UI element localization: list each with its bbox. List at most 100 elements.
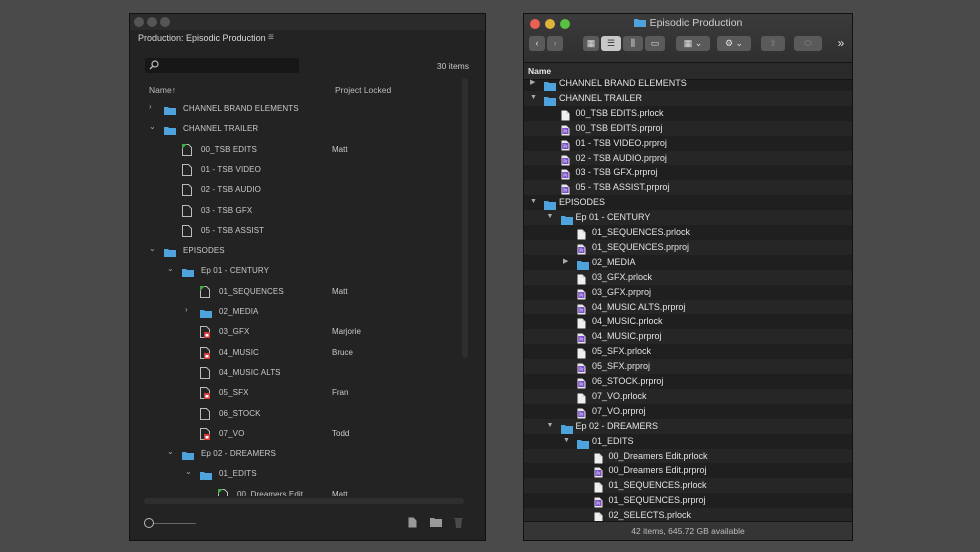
file-name: 03_GFX.prlock: [592, 271, 653, 282]
file-row[interactable]: Pr 03 - TSB GFX.prproj: [524, 165, 852, 180]
panel-minimize-dot[interactable]: [147, 17, 157, 27]
project-item-row[interactable]: 04_MUSIC Bruce: [130, 342, 460, 362]
horizontal-scrollbar[interactable]: [144, 498, 464, 504]
finder-window: Episodic Production ‹ › ▦ ☰ ⫼ ▭ ▦ ⌄ ⚙ ⌄ …: [523, 13, 853, 541]
file-row[interactable]: Pr 05_SFX.prproj: [524, 359, 852, 374]
back-button[interactable]: ‹: [529, 36, 545, 51]
status-bar: 42 items, 645.72 GB available: [524, 521, 852, 540]
project-item-row[interactable]: 03 - TSB GFX: [130, 200, 460, 220]
file-row[interactable]: Pr 03_GFX.prproj: [524, 285, 852, 300]
column-view-button[interactable]: ⫼: [623, 36, 643, 51]
file-row[interactable]: Pr 01 - TSB VIDEO.prproj: [524, 136, 852, 151]
group-by-button[interactable]: ▦ ⌄: [676, 36, 710, 51]
file-row[interactable]: Pr 05 - TSB ASSIST.prproj: [524, 180, 852, 196]
disclosure-expanded-icon[interactable]: ▼: [547, 422, 554, 429]
action-gear-button[interactable]: ⚙ ⌄: [717, 36, 751, 51]
panel-zoom-dot[interactable]: [160, 17, 170, 27]
project-item-row[interactable]: ⌄ Ep 01 - CENTURY: [130, 260, 460, 280]
disclosure-expanded-icon[interactable]: ▼: [530, 198, 537, 205]
project-item-row[interactable]: 01_SEQUENCES Matt: [130, 281, 460, 301]
project-item-row[interactable]: › 02_MEDIA: [130, 301, 460, 321]
edit-tags-button[interactable]: ⬭: [794, 36, 822, 51]
file-row[interactable]: 05_SFX.prlock: [524, 344, 852, 359]
forward-button[interactable]: ›: [547, 36, 563, 51]
disclosure-collapsed-icon[interactable]: ▶: [563, 258, 570, 265]
project-item-row[interactable]: 05_SFX Fran: [130, 382, 460, 402]
file-row[interactable]: 07_VO.prlock: [524, 388, 852, 404]
file-row[interactable]: 03_GFX.prlock: [524, 269, 852, 285]
project-item-row[interactable]: 06_STOCK: [130, 403, 460, 423]
file-row[interactable]: ▼ 01_EDITS: [524, 434, 852, 449]
file-row[interactable]: ▼ Ep 02 - DREAMERS: [524, 418, 852, 434]
file-row[interactable]: ▼ EPISODES: [524, 195, 852, 211]
zoom-slider-track[interactable]: [154, 523, 196, 524]
file-row[interactable]: ▼ CHANNEL TRAILER: [524, 90, 852, 106]
panel-title[interactable]: Production: Episodic Production: [138, 33, 266, 43]
file-row[interactable]: 00_Dreamers Edit.prlock: [524, 448, 852, 464]
project-item-row[interactable]: ⌄ 01_EDITS: [130, 463, 460, 483]
collapse-chevron-icon[interactable]: ⌄: [167, 448, 175, 456]
premiere-project-panel: Production: Episodic Production ≡ 30 ite…: [129, 13, 486, 541]
file-row[interactable]: Pr 02 - TSB AUDIO.prproj: [524, 150, 852, 166]
project-item-row[interactable]: ⌄ Ep 02 - DREAMERS: [130, 443, 460, 463]
gallery-view-button[interactable]: ▭: [645, 36, 665, 51]
collapse-chevron-icon[interactable]: ⌄: [149, 123, 157, 131]
search-input[interactable]: [145, 58, 299, 73]
share-button[interactable]: ⇧: [761, 36, 785, 51]
collapse-chevron-icon[interactable]: ⌄: [149, 245, 157, 253]
column-header-name[interactable]: Name↑: [149, 85, 176, 95]
file-row[interactable]: Pr 07_VO.prproj: [524, 404, 852, 419]
project-item-name: 06_STOCK: [219, 408, 261, 418]
disclosure-expanded-icon[interactable]: ▼: [530, 94, 537, 101]
zoom-slider-handle[interactable]: [144, 518, 154, 528]
icon-view-button[interactable]: ▦: [583, 36, 599, 51]
new-bin-icon[interactable]: [430, 517, 442, 527]
file-row[interactable]: Pr 04_MUSIC ALTS.prproj: [524, 299, 852, 315]
file-row[interactable]: Pr 01_SEQUENCES.prproj: [524, 239, 852, 255]
project-item-row[interactable]: ⌄ EPISODES: [130, 240, 460, 260]
trash-icon[interactable]: [454, 517, 463, 528]
hamburger-menu-icon[interactable]: ≡: [268, 32, 274, 43]
project-item-row[interactable]: 03_GFX Marjorie: [130, 321, 460, 341]
project-item-row[interactable]: ⌄ CHANNEL TRAILER: [130, 118, 460, 138]
file-name: 03 - TSB GFX.prproj: [575, 167, 658, 178]
project-item-row[interactable]: 04_MUSIC ALTS: [130, 362, 460, 382]
file-name: 07_VO.prproj: [592, 405, 646, 416]
file-row[interactable]: 01_SEQUENCES.prlock: [524, 225, 852, 240]
disclosure-expanded-icon[interactable]: ▼: [563, 437, 570, 444]
panel-close-dot[interactable]: [134, 17, 144, 27]
toolbar-overflow-button[interactable]: »: [834, 36, 848, 51]
column-header-name-label: Name: [149, 85, 172, 95]
file-row[interactable]: ▶ CHANNEL BRAND ELEMENTS: [524, 76, 852, 91]
file-name: 05_SFX.prlock: [592, 346, 652, 357]
collapse-chevron-icon[interactable]: ⌄: [185, 468, 193, 476]
disclosure-collapsed-icon[interactable]: ▶: [530, 79, 537, 86]
project-item-row[interactable]: 07_VO Todd: [130, 423, 460, 443]
project-item-row[interactable]: 02 - TSB AUDIO: [130, 179, 460, 199]
column-header-project-locked[interactable]: Project Locked: [335, 85, 391, 95]
file-row[interactable]: 00_TSB EDITS.prlock: [524, 106, 852, 121]
file-row[interactable]: Pr 00_TSB EDITS.prproj: [524, 120, 852, 136]
file-row[interactable]: Pr 01_SEQUENCES.prproj: [524, 493, 852, 508]
expand-chevron-icon[interactable]: ›: [185, 306, 193, 314]
new-item-icon[interactable]: [408, 517, 417, 528]
file-row[interactable]: 01_SEQUENCES.prlock: [524, 478, 852, 494]
file-row[interactable]: Pr 00_Dreamers Edit.prproj: [524, 463, 852, 478]
vertical-scrollbar[interactable]: [462, 78, 468, 358]
list-view-button[interactable]: ☰: [601, 36, 621, 51]
project-item-row[interactable]: 05 - TSB ASSIST: [130, 220, 460, 240]
project-item-row[interactable]: 00_TSB EDITS Matt: [130, 139, 460, 159]
file-row[interactable]: ▼ Ep 01 - CENTURY: [524, 210, 852, 226]
svg-text:Pr: Pr: [579, 292, 583, 297]
file-row[interactable]: ▶ 02_MEDIA: [524, 255, 852, 270]
file-row[interactable]: Pr 04_MUSIC.prproj: [524, 329, 852, 345]
project-item-row[interactable]: › CHANNEL BRAND ELEMENTS: [130, 98, 460, 118]
collapse-chevron-icon[interactable]: ⌄: [167, 265, 175, 273]
expand-chevron-icon[interactable]: ›: [149, 103, 157, 111]
column-header-name-label: Name: [528, 66, 552, 76]
project-item-row[interactable]: 00_Dreamers Edit Matt: [130, 484, 460, 496]
disclosure-expanded-icon[interactable]: ▼: [547, 213, 554, 220]
project-item-row[interactable]: 01 - TSB VIDEO: [130, 159, 460, 179]
file-row[interactable]: 04_MUSIC.prlock: [524, 314, 852, 329]
file-row[interactable]: Pr 06_STOCK.prproj: [524, 374, 852, 389]
